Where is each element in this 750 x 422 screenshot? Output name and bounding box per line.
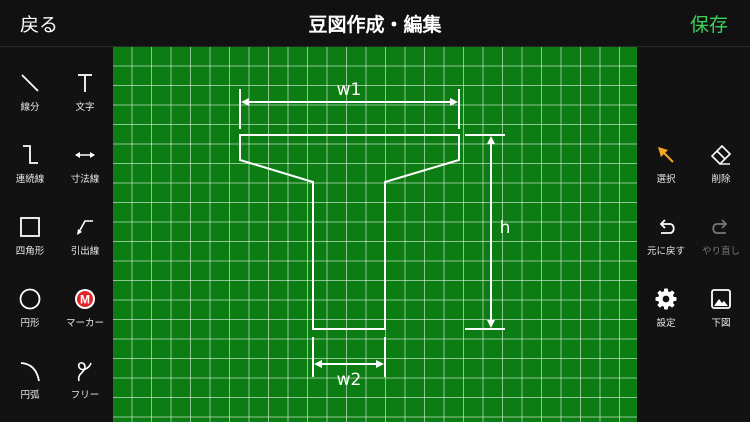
tool-label: 線分 <box>20 102 40 113</box>
tool-freehand[interactable]: フリー <box>57 359 113 419</box>
eraser-icon <box>710 144 732 166</box>
tool-label: 元に戻す <box>646 246 685 257</box>
w2-arrow-left <box>314 360 322 368</box>
tool-line-segment[interactable]: 線分 <box>2 71 58 131</box>
h-arrow-top <box>487 136 495 144</box>
drawing-svg: w1 h w2 <box>239 80 511 390</box>
tool-select[interactable]: 選択 <box>638 143 694 203</box>
leader-line-icon <box>77 220 93 235</box>
tool-label: 選択 <box>656 174 676 185</box>
header-bar: 戻る 豆図作成・編集 保存 <box>0 0 750 47</box>
h-label[interactable]: h <box>500 218 511 238</box>
tool-leader-line[interactable]: 引出線 <box>57 215 113 275</box>
tool-label: マーカー <box>65 318 104 329</box>
tool-label: 引出線 <box>70 246 100 257</box>
circle-icon <box>19 288 41 310</box>
w1-arrow-left <box>241 98 249 106</box>
w1-arrow-right <box>450 98 458 106</box>
tool-underlay-image[interactable]: 下図 <box>693 287 749 347</box>
tool-marker[interactable]: M マーカー <box>57 287 113 347</box>
tool-rectangle[interactable]: 四角形 <box>2 215 58 275</box>
redo-icon <box>712 219 728 234</box>
right-toolbar: 選択 削除 元に戻す やり直し 設定 下図 <box>637 47 750 422</box>
tool-label: 円形 <box>20 318 40 329</box>
freehand-icon <box>77 362 92 382</box>
w1-label[interactable]: w1 <box>337 80 362 100</box>
tool-arc[interactable]: 円弧 <box>2 359 58 419</box>
tool-polyline[interactable]: 連続線 <box>2 143 58 203</box>
tool-label: 削除 <box>711 174 731 185</box>
left-toolbar: 線分 文字 連続線 寸法線 四角形 引出線 円形 M マーカー 円弧 フリー <box>0 47 113 422</box>
page-title: 豆図作成・編集 <box>308 14 442 36</box>
tool-text[interactable]: 文字 <box>57 71 113 131</box>
tool-dimension-line[interactable]: 寸法線 <box>57 143 113 203</box>
tool-label: フリー <box>70 390 100 401</box>
rectangle-icon <box>20 217 40 237</box>
image-icon <box>711 289 731 309</box>
arc-icon <box>20 362 40 382</box>
tool-label: 文字 <box>75 102 95 113</box>
h-arrow-bottom <box>487 320 495 328</box>
tool-label: 四角形 <box>15 246 45 257</box>
polyline-icon <box>23 145 38 164</box>
tool-label: 寸法線 <box>70 174 100 185</box>
tool-delete[interactable]: 削除 <box>693 143 749 203</box>
text-icon <box>78 74 92 92</box>
line-icon <box>21 74 39 92</box>
back-button[interactable]: 戻る <box>20 10 58 37</box>
tool-label: 円弧 <box>20 390 40 401</box>
tool-label: 設定 <box>656 318 676 329</box>
save-button[interactable]: 保存 <box>690 10 728 37</box>
undo-icon <box>659 219 675 234</box>
w2-arrow-right <box>376 360 384 368</box>
tool-circle[interactable]: 円形 <box>2 287 58 347</box>
marker-icon: M <box>75 289 95 309</box>
tool-label: 連続線 <box>15 174 45 185</box>
tool-undo[interactable]: 元に戻す <box>638 215 694 275</box>
tool-label: 下図 <box>711 318 731 329</box>
gear-icon <box>655 288 677 310</box>
w2-label[interactable]: w2 <box>337 370 362 390</box>
tool-redo[interactable]: やり直し <box>693 215 749 275</box>
select-arrow-icon <box>658 147 674 163</box>
marker-letter: M <box>80 293 90 307</box>
tool-settings[interactable]: 設定 <box>638 287 694 347</box>
tool-label: やり直し <box>701 246 740 257</box>
t-section-shape <box>239 134 460 330</box>
dimension-line-icon <box>75 152 95 158</box>
drawing-canvas[interactable]: w1 h w2 <box>113 47 637 422</box>
